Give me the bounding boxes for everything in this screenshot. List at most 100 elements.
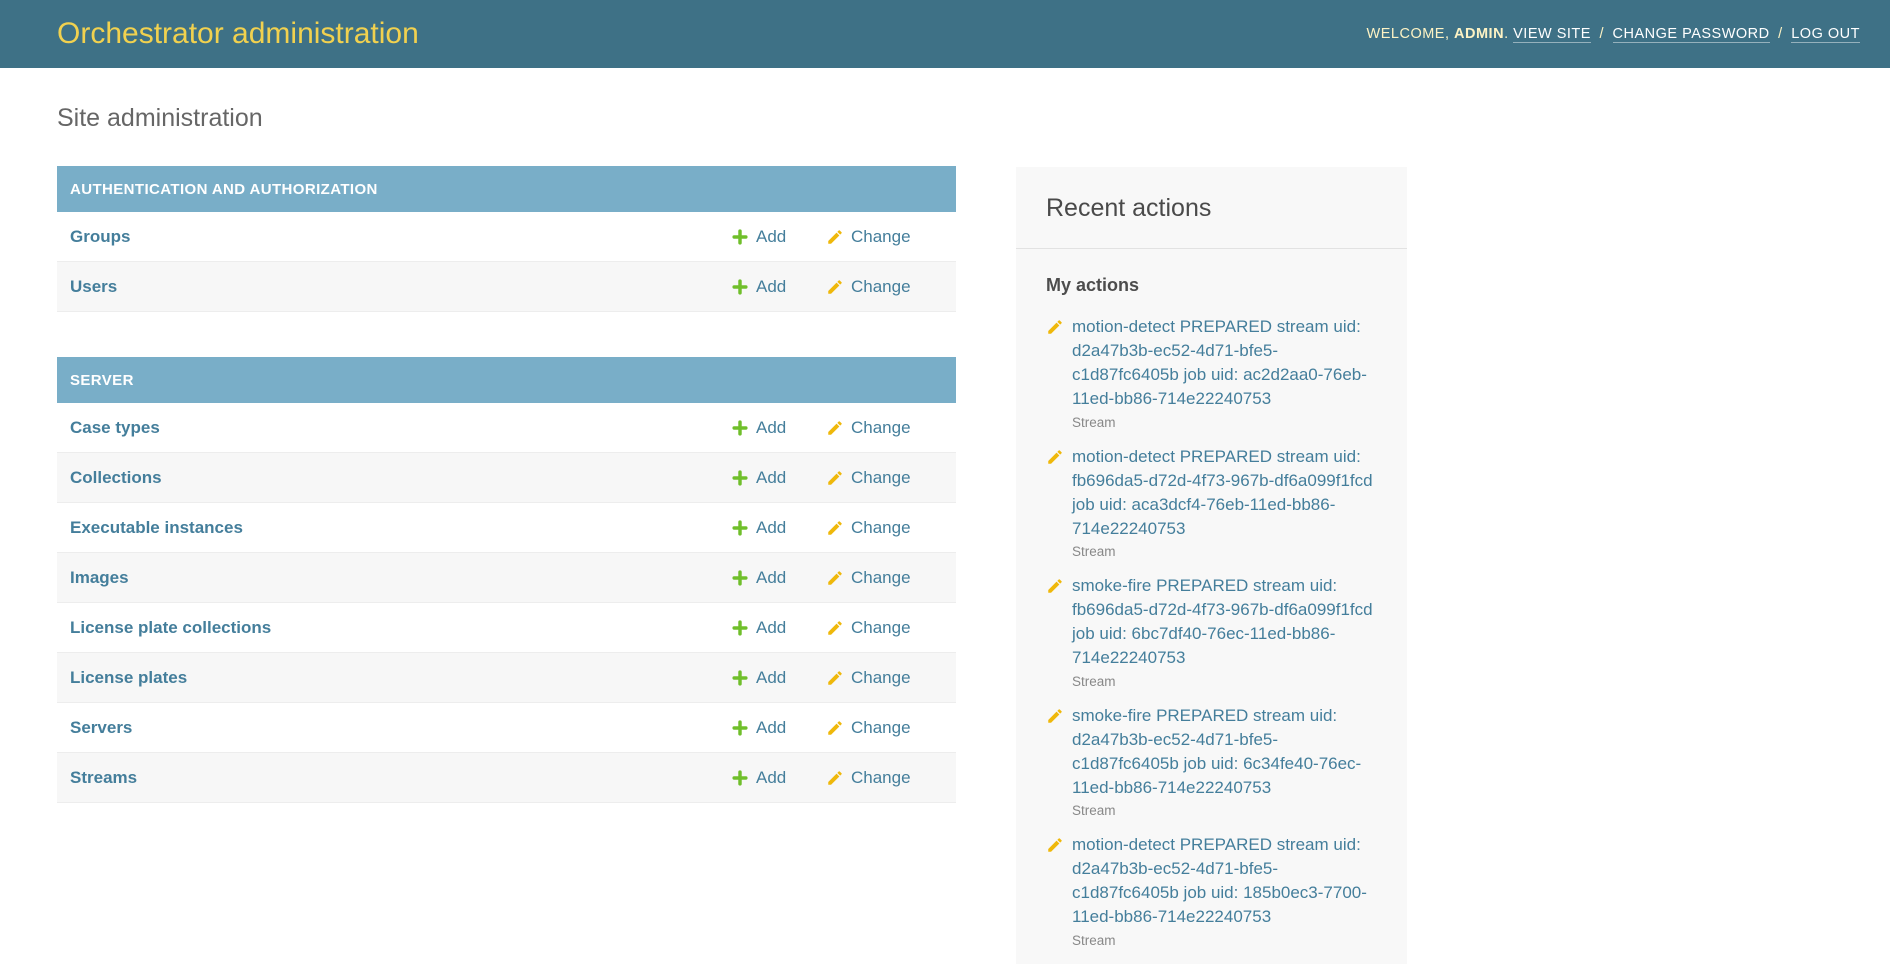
recent-action-link[interactable]: smoke-fire PREPARED stream uid: fb696da5… [1072, 574, 1379, 671]
model-row: Groups Add Change [57, 212, 956, 262]
change-label: Change [851, 418, 911, 438]
recent-action-body: smoke-fire PREPARED stream uid: d2a47b3b… [1072, 704, 1379, 819]
recent-action-type: Stream [1072, 544, 1379, 559]
change-label: Change [851, 468, 911, 488]
model-row: Users Add Change [57, 262, 956, 312]
main-column: Site administration AUTHENTICATION AND A… [57, 68, 956, 848]
change-link[interactable]: Change [826, 718, 944, 738]
welcome-suffix: . [1504, 26, 1509, 42]
add-link[interactable]: Add [731, 468, 826, 488]
add-link[interactable]: Add [731, 418, 826, 438]
change-link[interactable]: Change [826, 227, 944, 247]
plus-icon [731, 719, 749, 737]
add-label: Add [756, 277, 786, 297]
model-link[interactable]: Case types [70, 418, 731, 438]
recent-action-type: Stream [1072, 415, 1379, 430]
add-link[interactable]: Add [731, 768, 826, 788]
change-label: Change [851, 518, 911, 538]
change-label: Change [851, 668, 911, 688]
separator: / [1774, 26, 1787, 42]
change-link[interactable]: Change [826, 768, 944, 788]
change-label: Change [851, 277, 911, 297]
model-row: StreamsAdd Change [57, 753, 956, 803]
change-password-link[interactable]: CHANGE PASSWORD [1613, 26, 1770, 43]
model-link[interactable]: Collections [70, 468, 731, 488]
plus-icon [731, 769, 749, 787]
plus-icon [731, 228, 749, 246]
logout-link[interactable]: LOG OUT [1791, 26, 1860, 43]
username: ADMIN [1454, 26, 1504, 42]
plus-icon [731, 419, 749, 437]
modules-container: AUTHENTICATION AND AUTHORIZATION Groups Ad… [57, 166, 956, 803]
change-link[interactable]: Change [826, 668, 944, 688]
recent-action-link[interactable]: motion-detect PREPARED stream uid: d2a47… [1072, 315, 1379, 412]
plus-icon [731, 669, 749, 687]
recent-action-type: Stream [1072, 933, 1379, 948]
page-title: Site administration [57, 68, 956, 133]
pencil-icon [1046, 574, 1064, 689]
separator: / [1595, 26, 1608, 42]
change-link[interactable]: Change [826, 277, 944, 297]
my-actions-subtitle: My actions [1046, 275, 1379, 296]
view-site-link[interactable]: VIEW SITE [1513, 26, 1591, 43]
plus-icon [731, 278, 749, 296]
recent-action-body: smoke-fire PREPARED stream uid: fb696da5… [1072, 574, 1379, 689]
recent-action-body: motion-detect PREPARED stream uid: d2a47… [1072, 315, 1379, 430]
change-link[interactable]: Change [826, 568, 944, 588]
add-link[interactable]: Add [731, 227, 826, 247]
module-caption[interactable]: SERVER [57, 357, 956, 403]
pencil-icon [826, 228, 844, 246]
add-link[interactable]: Add [731, 568, 826, 588]
model-row: License plate collections Add Change [57, 603, 956, 653]
model-row: Collections Add Change [57, 453, 956, 503]
change-label: Change [851, 618, 911, 638]
model-link[interactable]: Users [70, 277, 731, 297]
change-link[interactable]: Change [826, 518, 944, 538]
pencil-icon [1046, 704, 1064, 819]
add-label: Add [756, 227, 786, 247]
change-label: Change [851, 227, 911, 247]
add-link[interactable]: Add [731, 277, 826, 297]
add-link[interactable]: Add [731, 518, 826, 538]
change-link[interactable]: Change [826, 468, 944, 488]
add-label: Add [756, 618, 786, 638]
pencil-icon [826, 569, 844, 587]
model-link[interactable]: Images [70, 568, 731, 588]
model-link[interactable]: Servers [70, 718, 731, 738]
welcome-text: WELCOME, [1367, 26, 1450, 42]
recent-action-link[interactable]: motion-detect PREPARED stream uid: d2a47… [1072, 833, 1379, 930]
pencil-icon [1046, 315, 1064, 430]
model-link[interactable]: License plates [70, 668, 731, 688]
pencil-icon [826, 619, 844, 637]
add-link[interactable]: Add [731, 718, 826, 738]
model-link[interactable]: Executable instances [70, 518, 731, 538]
recent-action-link[interactable]: smoke-fire PREPARED stream uid: d2a47b3b… [1072, 704, 1379, 801]
recent-actions-title: Recent actions [1016, 167, 1407, 249]
content-area: Site administration AUTHENTICATION AND A… [0, 68, 1890, 964]
module-caption[interactable]: AUTHENTICATION AND AUTHORIZATION [57, 166, 956, 212]
add-link[interactable]: Add [731, 668, 826, 688]
recent-action-type: Stream [1072, 803, 1379, 818]
model-link[interactable]: License plate collections [70, 618, 731, 638]
model-link[interactable]: Groups [70, 227, 731, 247]
model-link[interactable]: Streams [70, 768, 731, 788]
change-label: Change [851, 768, 911, 788]
site-title-link[interactable]: Orchestrator administration [57, 17, 419, 51]
add-link[interactable]: Add [731, 618, 826, 638]
pencil-icon [826, 719, 844, 737]
plus-icon [731, 569, 749, 587]
plus-icon [731, 469, 749, 487]
recent-action-item: smoke-fire PREPARED stream uid: d2a47b3b… [1046, 704, 1379, 819]
add-label: Add [756, 718, 786, 738]
model-row: Case typesAdd Change [57, 403, 956, 453]
recent-action-link[interactable]: motion-detect PREPARED stream uid: fb696… [1072, 445, 1379, 542]
change-link[interactable]: Change [826, 418, 944, 438]
add-label: Add [756, 468, 786, 488]
recent-action-item: motion-detect PREPARED stream uid: fb696… [1046, 445, 1379, 560]
recent-action-body: motion-detect PREPARED stream uid: fb696… [1072, 445, 1379, 560]
change-link[interactable]: Change [826, 618, 944, 638]
pencil-icon [826, 278, 844, 296]
module-table: SERVERCase typesAddChangeCollectionsAddC… [57, 357, 956, 803]
recent-actions-list: motion-detect PREPARED stream uid: d2a47… [1046, 315, 1379, 948]
plus-icon [731, 519, 749, 537]
